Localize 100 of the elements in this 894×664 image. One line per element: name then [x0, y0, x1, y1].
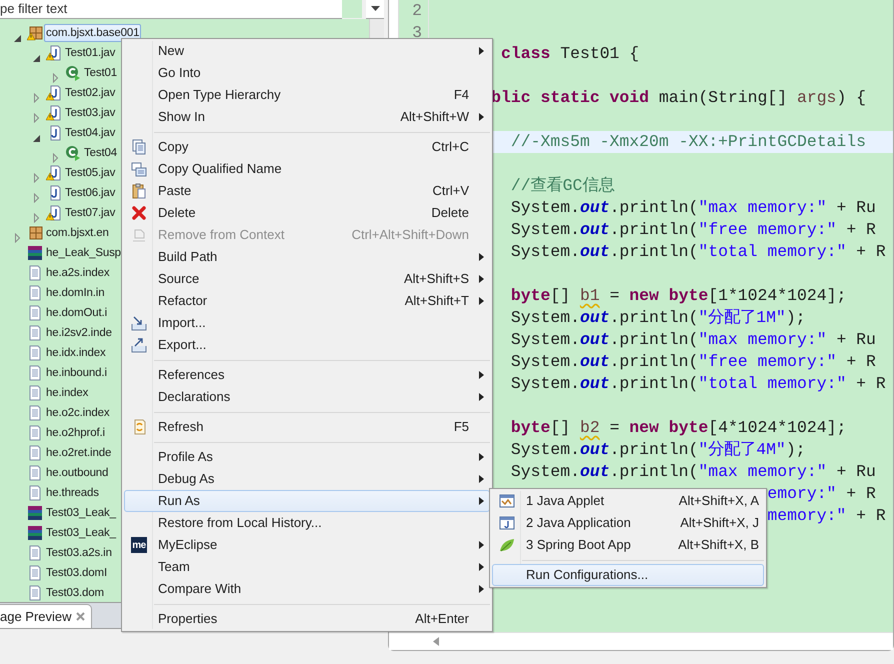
menu-item[interactable]: Delete Delete [124, 202, 490, 224]
menu-item[interactable]: Import... [124, 312, 490, 334]
tree-item[interactable]: he.i2sv2.inde [44, 324, 114, 342]
tree-item[interactable]: he.o2ret.inde [44, 444, 114, 462]
code-line: blic static void main(String[] args) { [491, 87, 866, 109]
code-line: System.out.println("分配了4M"); [510, 439, 806, 461]
tree-item[interactable]: he.outbound [44, 464, 110, 482]
tree-item[interactable]: Test03_Leak_ [44, 504, 118, 522]
collapsed-arrow-icon[interactable] [32, 92, 42, 103]
app-logo: me [131, 537, 147, 553]
collapsed-arrow-icon[interactable] [13, 232, 23, 243]
line-number: 2 [412, 0, 422, 22]
tree-item[interactable]: Test03.domI [44, 564, 109, 582]
menu-item[interactable]: Refresh F5 [124, 416, 490, 438]
menu-item[interactable]: Paste Ctrl+V [124, 180, 490, 202]
code-line: //-Xms5m -Xmx20m -XX:+PrintGCDetails [510, 131, 866, 153]
tab[interactable]: age Preview [0, 604, 92, 628]
code-line: System.out.println("free memory:" + R [510, 219, 876, 241]
tree-item[interactable]: Test06.jav [63, 184, 118, 202]
code-line: byte[] b2 = new byte[4*1024*1024]; [510, 417, 846, 439]
tree-item[interactable]: Test04.jav [63, 124, 118, 142]
tree-item[interactable]: Test03.dom [44, 584, 106, 602]
code-line: memory:" + R [767, 505, 886, 527]
menu-item[interactable]: Export... [124, 334, 490, 356]
code-line: System.out.println("total memory:" + R [510, 373, 886, 395]
copy-icon [131, 139, 147, 155]
collapsed-arrow-icon[interactable] [51, 152, 61, 163]
menu-item[interactable]: References [124, 364, 490, 386]
applet-icon [499, 493, 515, 509]
tree-item[interactable]: Test02.jav [63, 84, 118, 102]
code-line: System.out.println("max memory:" + Ru [510, 461, 876, 483]
code-line: //查看GC信息 [510, 175, 614, 197]
menu-item[interactable]: Run Configurations... [492, 564, 764, 586]
code-line: emory:" + R [767, 483, 876, 505]
menu-item[interactable]: Profile As [124, 446, 490, 468]
menu-item[interactable]: Team [124, 556, 490, 578]
menu-item[interactable]: Open Type Hierarchy F4 [124, 84, 490, 106]
code-line: System.out.println("max memory:" + Ru [510, 329, 876, 351]
tree-item[interactable]: he.domOut.i [44, 304, 109, 322]
remove-icon [131, 227, 147, 243]
menu-item[interactable]: Compare With [124, 578, 490, 600]
code-line: byte[] b1 = new byte[1*1024*1024]; [510, 285, 846, 307]
tree-item[interactable]: Test05.jav [63, 164, 118, 182]
tree-item[interactable]: he.o2hprof.i [44, 424, 107, 442]
tree-item[interactable]: he.domIn.in [44, 284, 106, 302]
expanded-arrow-icon[interactable] [32, 52, 42, 63]
close-icon[interactable] [76, 612, 85, 621]
tree-item[interactable]: he.o2c.index [44, 404, 112, 422]
filter-field[interactable]: pe filter text [0, 0, 342, 19]
scroll-left-icon[interactable] [433, 637, 439, 646]
code-line: System.out.println("total memory:" + R [510, 241, 886, 263]
tree-item[interactable]: Test07.jav [63, 204, 118, 222]
view-menu-button[interactable] [366, 0, 384, 19]
copy-icon [131, 161, 147, 177]
tree-item[interactable]: Test03.a2s.in [44, 544, 114, 562]
clipboard-icon [131, 183, 147, 199]
collapsed-arrow-icon[interactable] [32, 212, 42, 223]
expanded-arrow-icon[interactable] [32, 132, 42, 143]
tree-item[interactable]: he.inbound.i [44, 364, 109, 382]
scrollbar[interactable] [389, 632, 893, 650]
menu-item[interactable]: 2 Java Application Alt+Shift+X, J [492, 512, 764, 534]
code-line: System.out.println("free memory:" + R [510, 351, 876, 373]
menu-item[interactable]: Declarations [124, 386, 490, 408]
menu-item[interactable]: Build Path [124, 246, 490, 268]
tree-item[interactable]: he.a2s.index [44, 264, 112, 282]
tree-item[interactable]: Test03.jav [63, 104, 118, 122]
menu-item[interactable]: 3 Spring Boot App Alt+Shift+X, B [492, 534, 764, 556]
menu-item[interactable]: Source Alt+Shift+S [124, 268, 490, 290]
tree-item[interactable]: Test01 [82, 64, 119, 82]
tree-item[interactable]: Test01.jav [63, 44, 118, 62]
menu-item[interactable]: Run As [124, 490, 490, 512]
tree-item[interactable]: com.bjsxt.en [44, 224, 111, 242]
menu-item[interactable]: Restore from Local History... [124, 512, 490, 534]
menu-item[interactable]: Show In Alt+Shift+W [124, 106, 490, 128]
menu-item[interactable]: 1 Java Applet Alt+Shift+X, A [492, 490, 764, 512]
window-icon [499, 515, 515, 531]
code-line: class Test01 { [501, 43, 640, 65]
menu-item[interactable]: Copy Ctrl+C [124, 136, 490, 158]
collapsed-arrow-icon[interactable] [32, 172, 42, 183]
tree-item[interactable]: Test03_Leak_ [44, 524, 118, 542]
collapsed-arrow-icon[interactable] [51, 72, 61, 83]
tree-item[interactable]: he.idx.index [44, 344, 108, 362]
collapsed-arrow-icon[interactable] [32, 112, 42, 123]
expanded-arrow-icon[interactable] [13, 32, 23, 43]
leaf-icon [499, 537, 515, 553]
collapsed-arrow-icon[interactable] [32, 192, 42, 203]
tree-item[interactable]: com.bjsxt.base001 [44, 24, 142, 42]
menu-item[interactable]: me MyEclipse [124, 534, 490, 556]
tree-item[interactable]: he.threads [44, 484, 101, 502]
menu-item[interactable]: Go Into [124, 62, 490, 84]
menu-item[interactable]: Properties Alt+Enter [124, 608, 490, 630]
menu-item[interactable]: Copy Qualified Name [124, 158, 490, 180]
menu-item[interactable]: Debug As [124, 468, 490, 490]
tree-item[interactable]: he.index [44, 384, 90, 402]
tree-item[interactable]: Test04 [82, 144, 119, 162]
delete-icon [131, 205, 147, 221]
dropdown-arrow-icon [370, 6, 380, 12]
menu-item[interactable]: Refactor Alt+Shift+T [124, 290, 490, 312]
tree-item[interactable]: he_Leak_Susp [44, 244, 123, 262]
export-icon [131, 337, 147, 353]
